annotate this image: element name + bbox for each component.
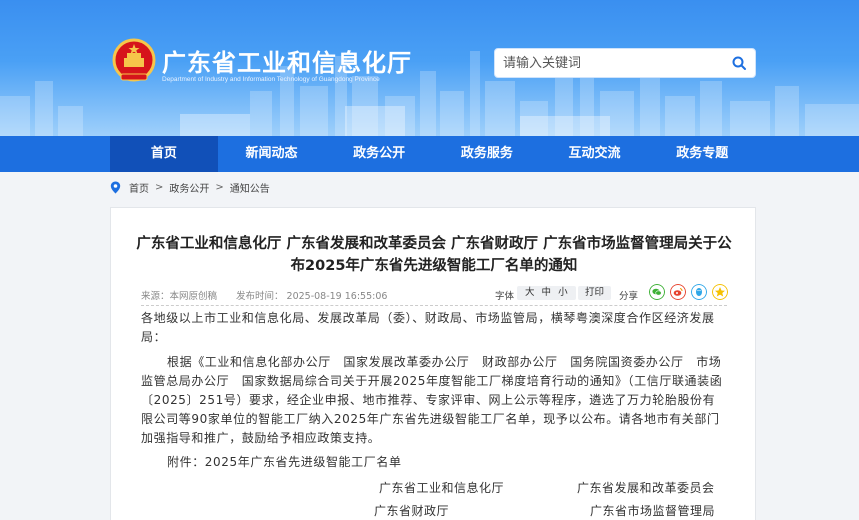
breadcrumb: 首页 > 政务公开 > 通知公告	[110, 180, 270, 195]
nav-item-home[interactable]: 首页	[110, 136, 218, 172]
signature-issuer: 广东省财政厅	[374, 504, 450, 518]
site-title: 广东省工业和信息化厅	[162, 49, 412, 77]
location-pin-icon	[110, 181, 121, 193]
signature-issuer: 广东省发展和改革委员会	[577, 481, 715, 495]
font-size-small[interactable]: 小	[558, 287, 568, 298]
nav-item-news[interactable]: 新闻动态	[218, 136, 326, 172]
article-paragraph: 根据《工业和信息化部办公厅 国家发展改革委办公厅 财政部办公厅 国务院国资委办公…	[141, 355, 723, 445]
nav-item-topics[interactable]: 政务专题	[648, 136, 756, 172]
breadcrumb-separator: >	[215, 181, 224, 193]
site-subtitle: Department of Industry and Information T…	[162, 76, 380, 83]
national-emblem-icon	[112, 38, 156, 82]
share-label: 分享	[619, 291, 639, 302]
signature-issuer: 广东省工业和信息化厅	[379, 481, 505, 495]
article-title: 广东省工业和信息化厅 广东省发展和改革委员会 广东省财政厅 广东省市场监督管理局…	[136, 236, 732, 274]
article-date: 发布时间： 2025-08-19 16:55:06	[236, 291, 388, 302]
article-source: 来源：本网原创稿	[141, 291, 218, 302]
font-size-selector: 大 中 小	[517, 286, 576, 300]
search-input[interactable]	[495, 49, 725, 77]
nav-item-interaction[interactable]: 互动交流	[541, 136, 649, 172]
search-icon[interactable]	[731, 55, 747, 71]
font-size-large[interactable]: 大	[525, 287, 535, 298]
nav-item-gov-services[interactable]: 政务服务	[433, 136, 541, 172]
article-body: 各地级以上市工业和信息化局、发展改革局（委）、财政局、市场监管局，横琴粤澳深度合…	[141, 309, 727, 472]
weibo-icon[interactable]	[670, 284, 686, 300]
article-attachment-link[interactable]: 附件：2025年广东省先进级智能工厂名单	[141, 453, 727, 472]
article-salutation: 各地级以上市工业和信息化局、发展改革局（委）、财政局、市场监管局，横琴粤澳深度合…	[141, 311, 715, 344]
font-size-label: 字体	[495, 291, 515, 302]
breadcrumb-separator: >	[155, 181, 164, 193]
article-panel: 广东省工业和信息化厅 广东省发展和改革委员会 广东省财政厅 广东省市场监督管理局…	[110, 207, 756, 520]
qq-icon[interactable]	[691, 284, 707, 300]
qzone-icon[interactable]	[712, 284, 728, 300]
breadcrumb-notices[interactable]: 通知公告	[230, 180, 270, 195]
header-banner: 广东省工业和信息化厅 Department of Industry and In…	[0, 0, 859, 136]
breadcrumb-home[interactable]: 首页	[129, 180, 149, 195]
breadcrumb-gov-info[interactable]: 政务公开	[169, 180, 209, 195]
main-nav: 首页 新闻动态 政务公开 政务服务 互动交流 政务专题	[0, 136, 859, 172]
wechat-icon[interactable]	[649, 284, 665, 300]
nav-item-gov-info[interactable]: 政务公开	[325, 136, 433, 172]
article-meta: 来源：本网原创稿 发布时间： 2025-08-19 16:55:06 字体 大 …	[141, 284, 728, 304]
font-size-medium[interactable]: 中	[542, 287, 552, 298]
print-button[interactable]: 打印	[578, 286, 612, 300]
search-box	[494, 48, 756, 78]
signature-issuer: 广东省市场监督管理局	[590, 504, 716, 518]
meta-divider	[141, 305, 727, 306]
